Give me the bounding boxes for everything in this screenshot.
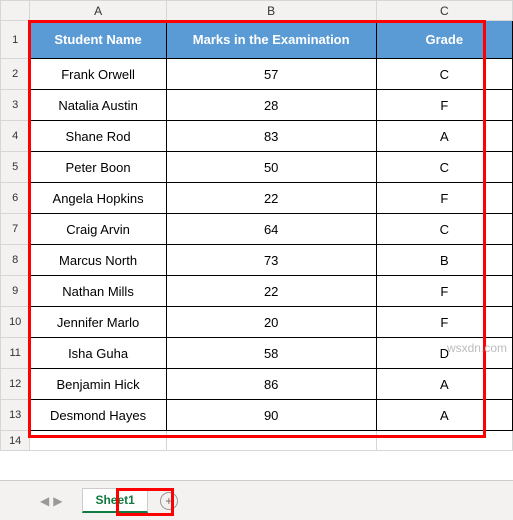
row-header[interactable]: 14 <box>1 431 30 451</box>
row-header[interactable]: 10 <box>1 307 30 338</box>
row-header-1[interactable]: 1 <box>1 21 30 59</box>
cell-grade[interactable]: F <box>376 276 512 307</box>
cell-marks[interactable]: 22 <box>166 183 376 214</box>
empty-cell[interactable] <box>376 431 512 451</box>
cell-marks[interactable]: 50 <box>166 152 376 183</box>
cell-marks[interactable]: 73 <box>166 245 376 276</box>
cell-marks[interactable]: 86 <box>166 369 376 400</box>
table-row: 6Angela Hopkins22F <box>1 183 513 214</box>
cell-student-name[interactable]: Craig Arvin <box>30 214 166 245</box>
cell-grade[interactable]: B <box>376 245 512 276</box>
cell-student-name[interactable]: Desmond Hayes <box>30 400 166 431</box>
row-header[interactable]: 8 <box>1 245 30 276</box>
table-row: 7Craig Arvin64C <box>1 214 513 245</box>
tab-nav-arrows: ◀ ▶ <box>40 494 62 508</box>
header-marks[interactable]: Marks in the Examination <box>166 21 376 59</box>
spreadsheet-grid[interactable]: A B C 1 Student Name Marks in the Examin… <box>0 0 513 480</box>
cell-marks[interactable]: 90 <box>166 400 376 431</box>
row-header[interactable]: 6 <box>1 183 30 214</box>
column-header-A[interactable]: A <box>30 1 166 21</box>
table-row: 12Benjamin Hick86A <box>1 369 513 400</box>
row-header[interactable]: 5 <box>1 152 30 183</box>
header-grade[interactable]: Grade <box>376 21 512 59</box>
header-student-name[interactable]: Student Name <box>30 21 166 59</box>
cell-grade[interactable]: A <box>376 121 512 152</box>
cell-student-name[interactable]: Natalia Austin <box>30 90 166 121</box>
cell-grade[interactable]: C <box>376 214 512 245</box>
cell-student-name[interactable]: Peter Boon <box>30 152 166 183</box>
table-row: 9Nathan Mills22F <box>1 276 513 307</box>
column-header-C[interactable]: C <box>376 1 512 21</box>
table-row: 11Isha Guha58D <box>1 338 513 369</box>
empty-cell[interactable] <box>30 431 166 451</box>
select-all-corner[interactable] <box>1 1 30 21</box>
cell-marks[interactable]: 20 <box>166 307 376 338</box>
cell-student-name[interactable]: Isha Guha <box>30 338 166 369</box>
cell-marks[interactable]: 58 <box>166 338 376 369</box>
row-header[interactable]: 12 <box>1 369 30 400</box>
cell-grade[interactable]: F <box>376 307 512 338</box>
table-row: 3Natalia Austin28F <box>1 90 513 121</box>
cell-grade[interactable]: A <box>376 369 512 400</box>
cell-student-name[interactable]: Shane Rod <box>30 121 166 152</box>
row-header[interactable]: 7 <box>1 214 30 245</box>
cell-grade[interactable]: F <box>376 90 512 121</box>
table-row: 8Marcus North73B <box>1 245 513 276</box>
row-header[interactable]: 3 <box>1 90 30 121</box>
empty-cell[interactable] <box>166 431 376 451</box>
cell-marks[interactable]: 28 <box>166 90 376 121</box>
table-row: 13Desmond Hayes90A <box>1 400 513 431</box>
cell-marks[interactable]: 22 <box>166 276 376 307</box>
row-header[interactable]: 9 <box>1 276 30 307</box>
cell-student-name[interactable]: Nathan Mills <box>30 276 166 307</box>
column-header-B[interactable]: B <box>166 1 376 21</box>
cell-student-name[interactable]: Marcus North <box>30 245 166 276</box>
sheet-tab-active[interactable]: Sheet1 <box>82 488 147 513</box>
cell-grade[interactable]: F <box>376 183 512 214</box>
table-row: 10Jennifer Marlo20F <box>1 307 513 338</box>
cell-student-name[interactable]: Angela Hopkins <box>30 183 166 214</box>
row-header[interactable]: 2 <box>1 59 30 90</box>
row-header[interactable]: 4 <box>1 121 30 152</box>
watermark-text: wsxdn.com <box>447 341 507 355</box>
row-header[interactable]: 13 <box>1 400 30 431</box>
cell-student-name[interactable]: Frank Orwell <box>30 59 166 90</box>
cell-student-name[interactable]: Jennifer Marlo <box>30 307 166 338</box>
table-row: 4Shane Rod83A <box>1 121 513 152</box>
row-header[interactable]: 11 <box>1 338 30 369</box>
cell-grade[interactable]: C <box>376 152 512 183</box>
cell-grade[interactable]: A <box>376 400 512 431</box>
cell-marks[interactable]: 83 <box>166 121 376 152</box>
tab-nav-right-icon[interactable]: ▶ <box>53 494 62 508</box>
sheet-tab-bar: ◀ ▶ Sheet1 + <box>0 480 513 520</box>
table-row: 2Frank Orwell57C <box>1 59 513 90</box>
tab-nav-left-icon[interactable]: ◀ <box>40 494 49 508</box>
cell-marks[interactable]: 64 <box>166 214 376 245</box>
cell-marks[interactable]: 57 <box>166 59 376 90</box>
cell-student-name[interactable]: Benjamin Hick <box>30 369 166 400</box>
table-row: 5Peter Boon50C <box>1 152 513 183</box>
add-sheet-button[interactable]: + <box>160 492 178 510</box>
cell-grade[interactable]: C <box>376 59 512 90</box>
